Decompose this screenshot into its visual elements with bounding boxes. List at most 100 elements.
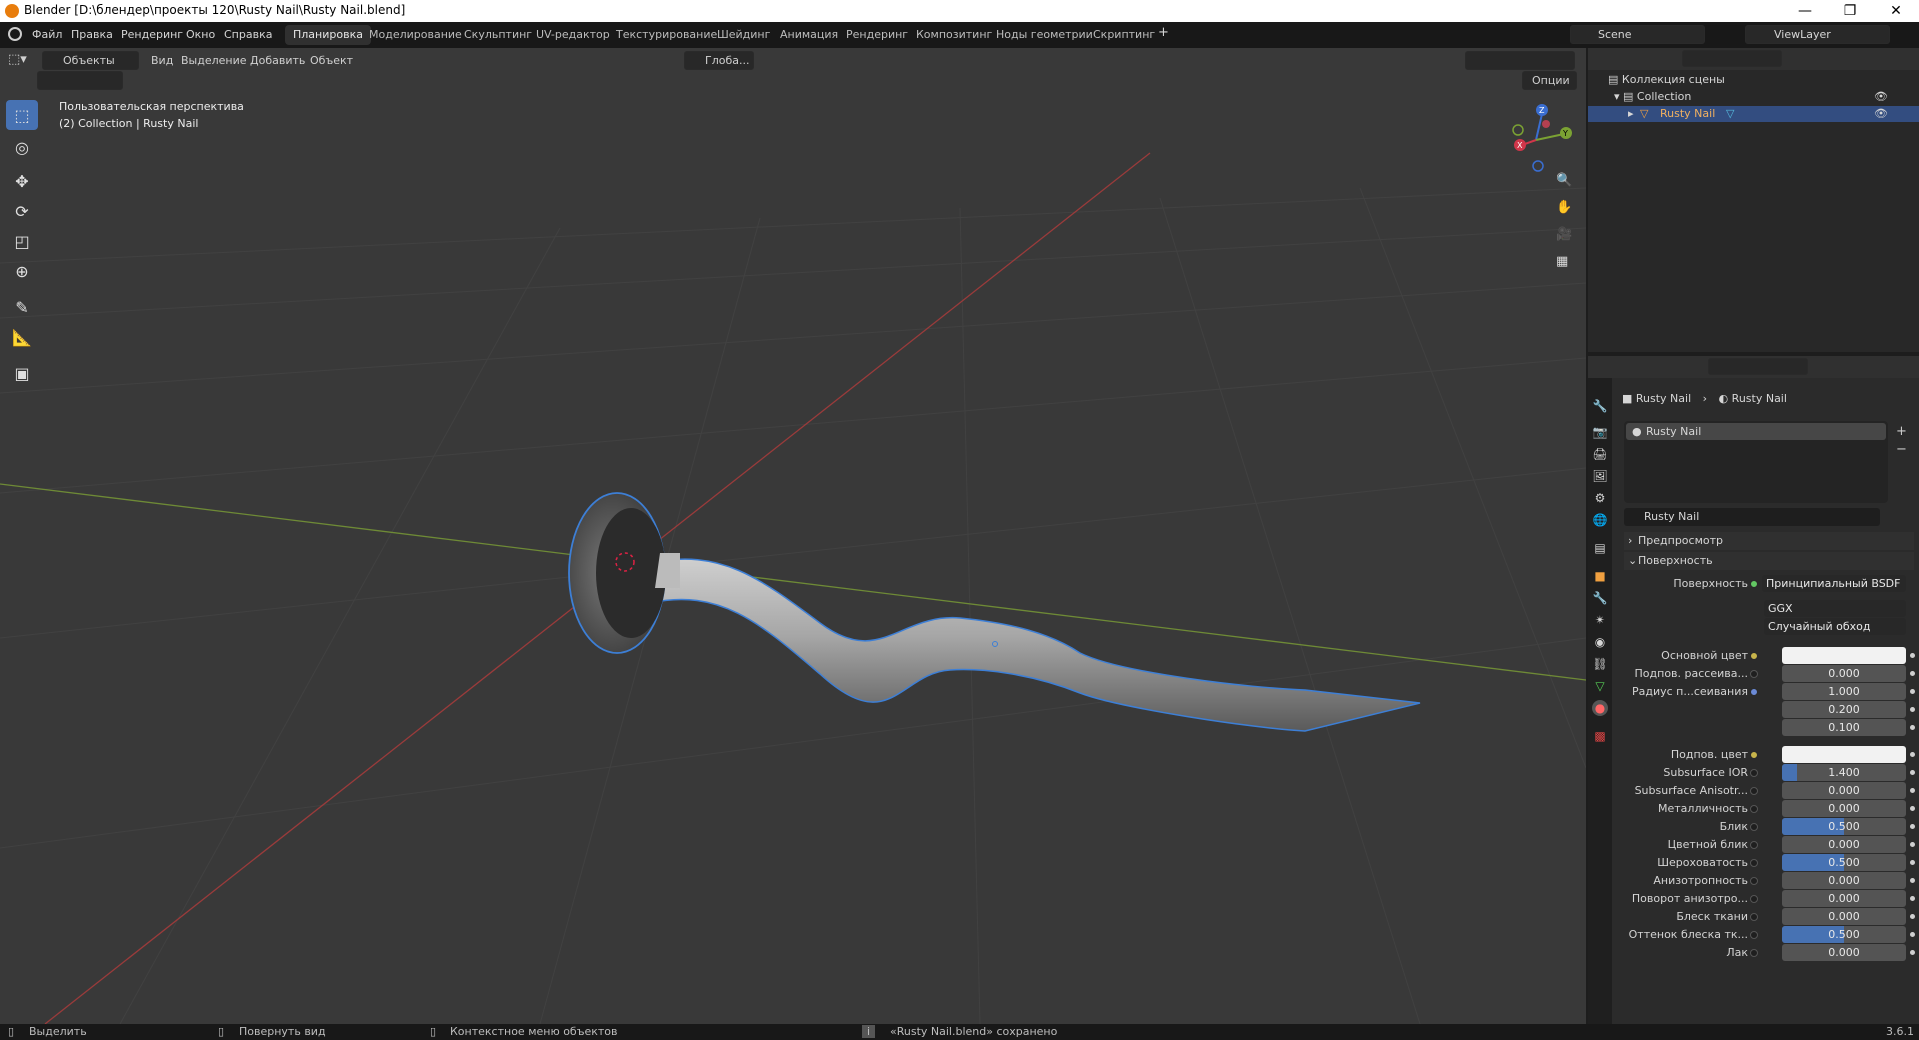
subsurface-method-dropdown[interactable]: Случайный обход bbox=[1764, 618, 1906, 635]
socket-dot[interactable] bbox=[1750, 670, 1758, 678]
keyframe-dot-icon[interactable] bbox=[1910, 842, 1915, 847]
surface-shader-selector[interactable]: Принципиальный BSDF bbox=[1762, 575, 1906, 592]
socket-dot[interactable] bbox=[1750, 751, 1758, 759]
view-layer-tab-icon[interactable]: 🖼 bbox=[1592, 468, 1608, 484]
expand-icon[interactable]: ▸ bbox=[1628, 107, 1634, 120]
material-name-field[interactable]: Rusty Nail bbox=[1624, 508, 1880, 526]
keyframe-dot-icon[interactable] bbox=[1910, 770, 1915, 775]
keyframe-dot-icon[interactable] bbox=[1910, 725, 1915, 730]
3d-viewport[interactable]: ⬚▾ Объекты Вид Выделение Добавить Объект… bbox=[0, 48, 1586, 1024]
output-tab-icon[interactable]: 🖨 bbox=[1592, 446, 1608, 462]
property-field[interactable]: 1.400 bbox=[1782, 764, 1906, 781]
physics-tab-icon[interactable]: ◉ bbox=[1592, 634, 1608, 650]
keyframe-dot-icon[interactable] bbox=[1910, 914, 1915, 919]
cursor-tool[interactable]: ◎ bbox=[6, 132, 38, 162]
socket-dot[interactable] bbox=[1750, 931, 1758, 939]
tab-rendering[interactable]: Рендеринг bbox=[838, 25, 916, 45]
selection-mode-buttons[interactable] bbox=[37, 71, 123, 90]
socket-dot[interactable] bbox=[1750, 859, 1758, 867]
tab-texture-paint[interactable]: Текстурирование bbox=[608, 25, 725, 45]
close-button[interactable]: ✕ bbox=[1873, 0, 1919, 22]
property-field[interactable]: 0.000 bbox=[1782, 872, 1906, 889]
scene-selector[interactable]: Scene bbox=[1570, 25, 1705, 44]
menu-add[interactable]: Добавить bbox=[250, 54, 305, 67]
expand-icon[interactable]: ▾ bbox=[1614, 90, 1623, 103]
tab-scripting[interactable]: Скриптинг bbox=[1085, 25, 1163, 45]
tab-uv-editor[interactable]: UV-редактор bbox=[528, 25, 618, 45]
keyframe-dot-icon[interactable] bbox=[1910, 860, 1915, 865]
property-field[interactable]: 0.500 bbox=[1782, 818, 1906, 835]
scale-tool[interactable]: ◰ bbox=[6, 226, 38, 256]
tab-layout[interactable]: Планировка bbox=[285, 25, 371, 45]
properties-search-input[interactable] bbox=[1708, 358, 1808, 375]
visibility-eye-icon[interactable]: 👁 bbox=[1874, 107, 1888, 120]
property-field[interactable]: 0.000 bbox=[1782, 665, 1906, 682]
socket-dot[interactable] bbox=[1750, 949, 1758, 957]
navigation-gizmo[interactable]: Z Y X bbox=[1502, 100, 1574, 172]
tab-shading[interactable]: Шейдинг bbox=[709, 25, 778, 45]
menu-edit[interactable]: Правка bbox=[71, 28, 113, 41]
menu-file[interactable]: Файл bbox=[32, 28, 62, 41]
socket-dot[interactable] bbox=[1750, 895, 1758, 903]
menu-select[interactable]: Выделение bbox=[181, 54, 247, 67]
collection-tab-icon[interactable]: ▤ bbox=[1592, 540, 1608, 556]
restore-button[interactable]: ❐ bbox=[1827, 0, 1873, 22]
ortho-grid-icon[interactable]: ▦ bbox=[1556, 254, 1574, 281]
options-button[interactable]: Опции bbox=[1522, 71, 1577, 90]
socket-dot[interactable] bbox=[1750, 787, 1758, 795]
property-field[interactable]: 0.200 bbox=[1782, 701, 1906, 718]
outliner-object-row[interactable]: ▸ ▽ Rusty Nail ▽ 👁 bbox=[1588, 106, 1919, 122]
keyframe-dot-icon[interactable] bbox=[1910, 806, 1915, 811]
outliner-search-input[interactable] bbox=[1682, 50, 1782, 67]
blender-menu-icon[interactable] bbox=[8, 27, 22, 41]
add-slot-icon[interactable]: + bbox=[1896, 424, 1907, 439]
keyframe-dot-icon[interactable] bbox=[1910, 896, 1915, 901]
property-field[interactable]: 0.000 bbox=[1782, 782, 1906, 799]
render-tab-icon[interactable]: 📷 bbox=[1592, 424, 1608, 440]
property-field[interactable]: 0.000 bbox=[1782, 908, 1906, 925]
material-slot-item[interactable]: ● Rusty Nail bbox=[1626, 423, 1886, 440]
property-field[interactable]: 0.000 bbox=[1782, 800, 1906, 817]
socket-dot[interactable] bbox=[1750, 688, 1758, 696]
annotate-tool[interactable]: ✎ bbox=[6, 292, 38, 322]
keyframe-dot-icon[interactable] bbox=[1910, 824, 1915, 829]
property-field[interactable]: 0.500 bbox=[1782, 926, 1906, 943]
texture-tab-icon[interactable]: ▩ bbox=[1592, 728, 1608, 744]
property-field[interactable]: 0.500 bbox=[1782, 854, 1906, 871]
socket-dot[interactable] bbox=[1750, 652, 1758, 660]
minimize-button[interactable]: — bbox=[1782, 0, 1828, 22]
outliner-scene-collection[interactable]: ▤ Коллекция сцены bbox=[1608, 73, 1725, 86]
remove-slot-icon[interactable]: − bbox=[1896, 442, 1907, 457]
shading-buttons[interactable] bbox=[1465, 51, 1575, 70]
property-field[interactable] bbox=[1782, 746, 1906, 763]
editor-type-icon[interactable]: ⬚▾ bbox=[8, 52, 27, 67]
material-tab-icon[interactable]: ● bbox=[1592, 700, 1608, 716]
keyframe-dot-icon[interactable] bbox=[1910, 671, 1915, 676]
panel-preview-header[interactable]: › Предпросмотр bbox=[1624, 532, 1914, 550]
add-workspace-icon[interactable]: + bbox=[1158, 25, 1169, 40]
property-field[interactable]: 0.100 bbox=[1782, 719, 1906, 736]
camera-icon[interactable]: 🎥 bbox=[1556, 227, 1574, 254]
keyframe-dot-icon[interactable] bbox=[1910, 950, 1915, 955]
tab-animation[interactable]: Анимация bbox=[772, 25, 846, 45]
rotate-tool[interactable]: ⟳ bbox=[6, 196, 38, 226]
property-field[interactable]: 0.000 bbox=[1782, 836, 1906, 853]
tab-modeling[interactable]: Моделирование bbox=[361, 25, 470, 45]
menu-render[interactable]: Рендеринг bbox=[121, 28, 183, 41]
socket-dot[interactable] bbox=[1750, 823, 1758, 831]
distribution-dropdown[interactable]: GGX bbox=[1764, 600, 1906, 617]
transform-tool[interactable]: ⊕ bbox=[6, 256, 38, 286]
socket-dot[interactable] bbox=[1750, 877, 1758, 885]
keyframe-dot-icon[interactable] bbox=[1910, 689, 1915, 694]
panel-surface-header[interactable]: ⌄ Поверхность bbox=[1624, 552, 1914, 570]
transform-orientation[interactable]: Глоба... bbox=[684, 51, 754, 70]
particles-tab-icon[interactable]: ✴ bbox=[1592, 612, 1608, 628]
property-field[interactable]: 0.000 bbox=[1782, 944, 1906, 961]
pan-hand-icon[interactable]: ✋ bbox=[1556, 200, 1574, 227]
tab-compositing[interactable]: Композитинг bbox=[908, 25, 1000, 45]
select-box-tool[interactable]: ⬚ bbox=[6, 100, 38, 130]
move-tool[interactable]: ✥ bbox=[6, 166, 38, 196]
keyframe-dot-icon[interactable] bbox=[1910, 707, 1915, 712]
socket-dot[interactable] bbox=[1750, 841, 1758, 849]
keyframe-dot-icon[interactable] bbox=[1910, 788, 1915, 793]
